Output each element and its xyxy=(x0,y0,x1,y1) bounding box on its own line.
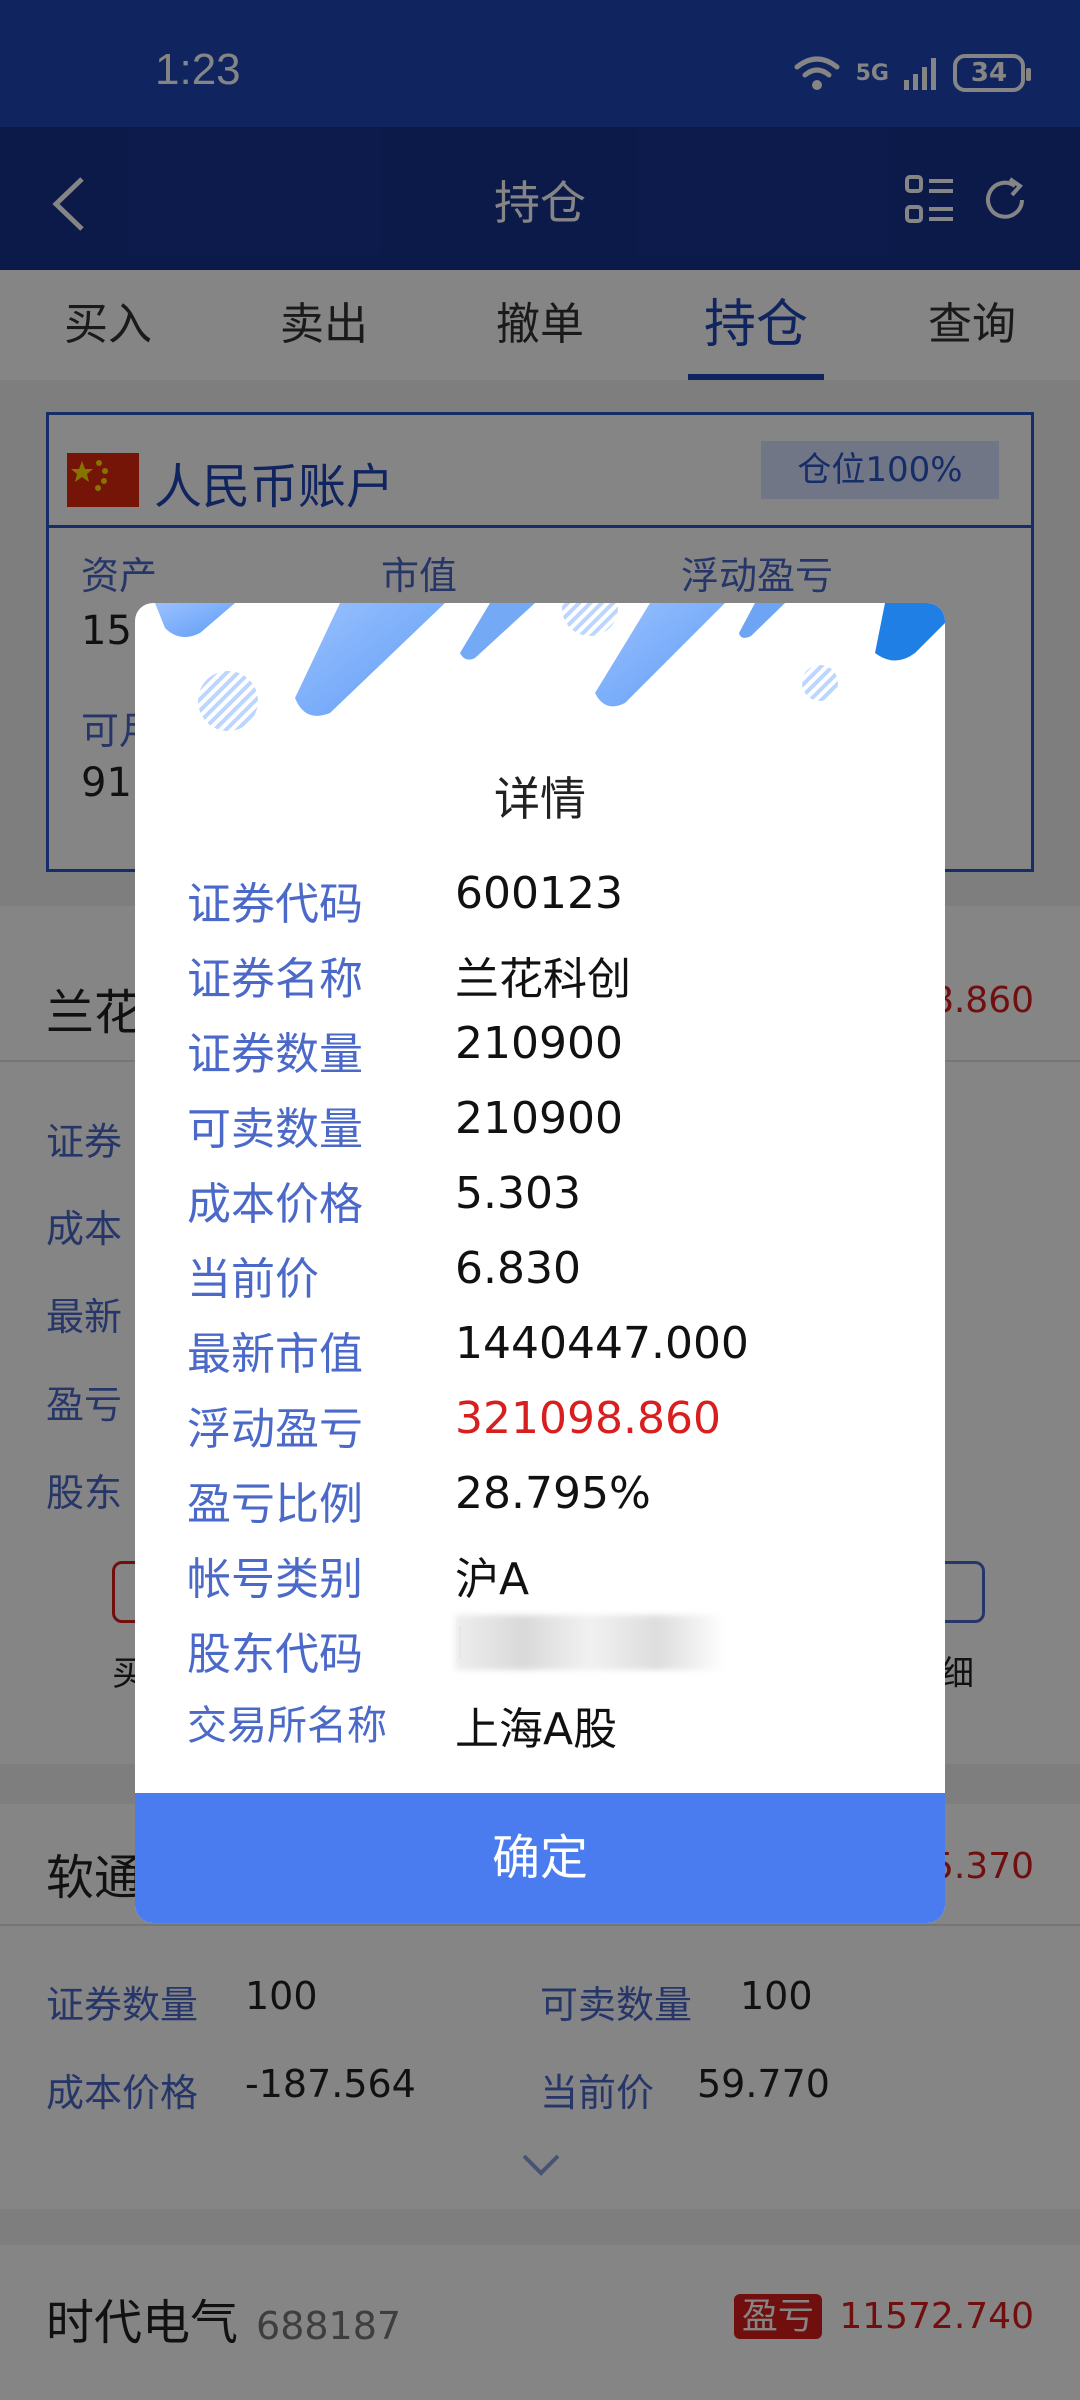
detail-value: 上海A股 xyxy=(455,1704,618,1755)
confirm-button[interactable]: 确定 xyxy=(135,1793,945,1923)
detail-label: 股东代码 xyxy=(187,1629,363,1680)
detail-label: 可卖数量 xyxy=(187,1104,363,1155)
detail-label: 浮动盈亏 xyxy=(187,1404,363,1455)
detail-value: 210900 xyxy=(455,1093,623,1144)
detail-value: 沪A xyxy=(455,1554,530,1605)
detail-value: 321098.860 xyxy=(455,1393,721,1444)
detail-value: 6.830 xyxy=(455,1243,581,1294)
detail-label: 证券数量 xyxy=(187,1029,363,1080)
detail-value: 28.795% xyxy=(455,1468,651,1519)
detail-label: 当前价 xyxy=(187,1254,319,1305)
detail-label: 帐号类别 xyxy=(187,1554,363,1605)
detail-value: 兰花科创 xyxy=(455,954,631,1005)
header-decoration xyxy=(155,603,945,731)
detail-value: 210900 xyxy=(455,1018,623,1069)
detail-label: 盈亏比例 xyxy=(187,1479,363,1530)
dialog-title: 详情 xyxy=(494,772,586,826)
detail-dialog: 详情 证券代码 600123 证券名称 兰花科创 证券数量 210900 可卖数量 21… xyxy=(135,603,945,1923)
detail-value: 600123 xyxy=(455,868,623,919)
blur-mask xyxy=(455,1615,725,1670)
detail-label: 证券名称 xyxy=(187,954,363,1005)
detail-value: 5.303 xyxy=(455,1168,581,1219)
detail-value: 1440447.000 xyxy=(455,1318,749,1369)
detail-label: 交易所名称 xyxy=(187,1703,387,1749)
detail-label: 成本价格 xyxy=(187,1179,363,1230)
detail-label: 最新市值 xyxy=(187,1329,363,1380)
detail-label: 证券代码 xyxy=(187,879,363,930)
